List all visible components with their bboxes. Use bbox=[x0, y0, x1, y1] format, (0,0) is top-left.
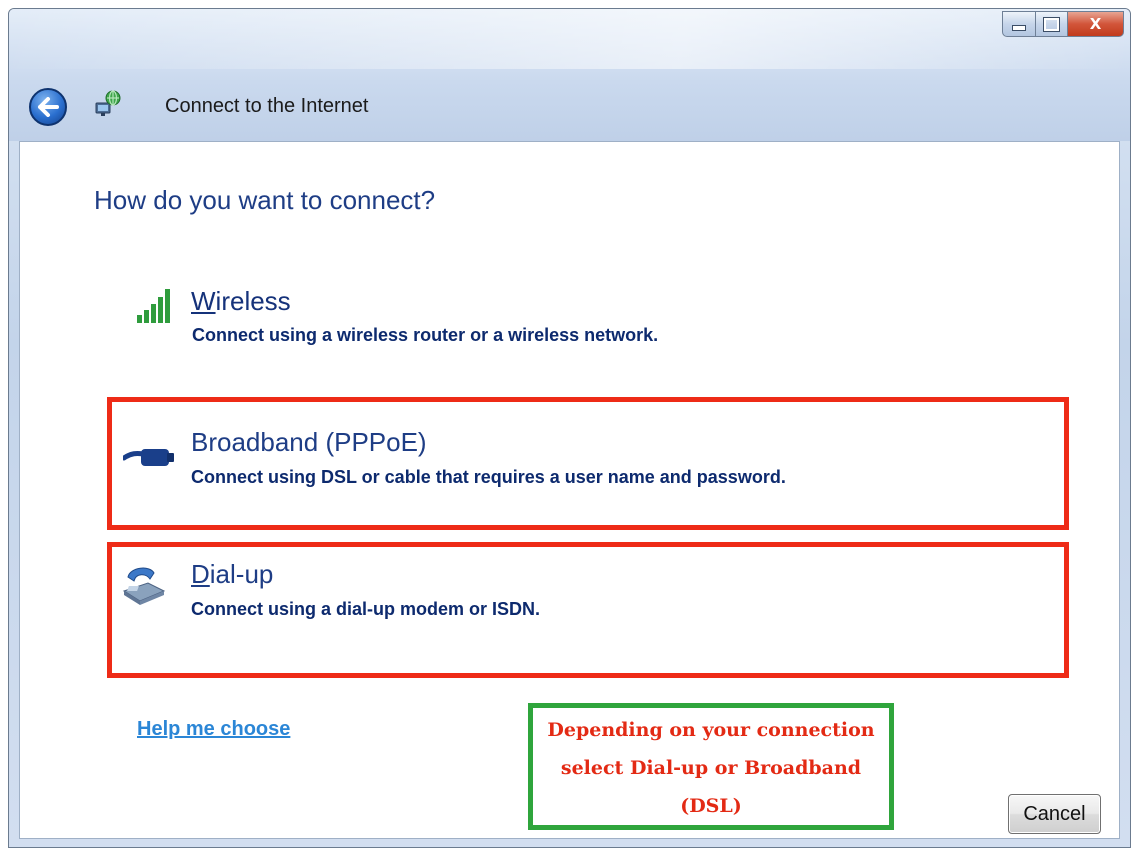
option-broadband-description: Connect using DSL or cable that requires… bbox=[191, 467, 786, 487]
option-wireless[interactable]: Wireless Connect using a wireless router… bbox=[107, 277, 1069, 357]
help-me-choose-link[interactable]: Help me choose bbox=[137, 718, 290, 741]
maximize-button[interactable] bbox=[1036, 11, 1068, 37]
title-bar bbox=[9, 9, 1130, 141]
back-arrow-icon bbox=[38, 97, 59, 117]
annotation-line-1: Depending on your connection bbox=[547, 719, 875, 741]
close-icon: X bbox=[1089, 15, 1102, 33]
connect-dialog-window: X Connect to the Internet How do you wan… bbox=[8, 8, 1131, 848]
network-globe-icon bbox=[95, 90, 121, 116]
page-heading: How do you want to connect? bbox=[94, 185, 436, 215]
window-controls: X bbox=[1002, 11, 1124, 37]
option-broadband-title: Broadband (PPPoE) bbox=[191, 427, 427, 457]
telephone-modem-icon bbox=[122, 567, 166, 605]
cancel-button[interactable]: Cancel bbox=[1008, 794, 1101, 834]
option-broadband[interactable]: Broadband (PPPoE) Connect using DSL or c… bbox=[107, 397, 1069, 530]
signal-bars-icon bbox=[137, 289, 170, 323]
annotation-line-2: select Dial-up or Broadband bbox=[560, 757, 862, 779]
dialog-content: How do you want to connect? Wireless Con… bbox=[19, 141, 1120, 839]
maximize-icon bbox=[1043, 16, 1060, 32]
option-dialup[interactable]: Dial-up Connect using a dial-up modem or… bbox=[107, 542, 1069, 678]
option-dialup-description: Connect using a dial-up modem or ISDN. bbox=[191, 599, 541, 619]
option-wireless-description: Connect using a wireless router or a wir… bbox=[192, 325, 659, 345]
annotation-line-3: (DSL) bbox=[680, 795, 742, 817]
window-title: Connect to the Internet bbox=[165, 95, 369, 117]
minimize-icon bbox=[1012, 25, 1026, 31]
network-cable-icon bbox=[123, 449, 174, 466]
minimize-button[interactable] bbox=[1002, 11, 1036, 37]
option-dialup-title: Dial-up bbox=[191, 559, 274, 589]
annotation-note: Depending on your connection select Dial… bbox=[528, 703, 894, 830]
option-wireless-title: Wireless bbox=[191, 286, 291, 316]
close-button[interactable]: X bbox=[1068, 11, 1124, 37]
back-button[interactable] bbox=[29, 88, 67, 126]
